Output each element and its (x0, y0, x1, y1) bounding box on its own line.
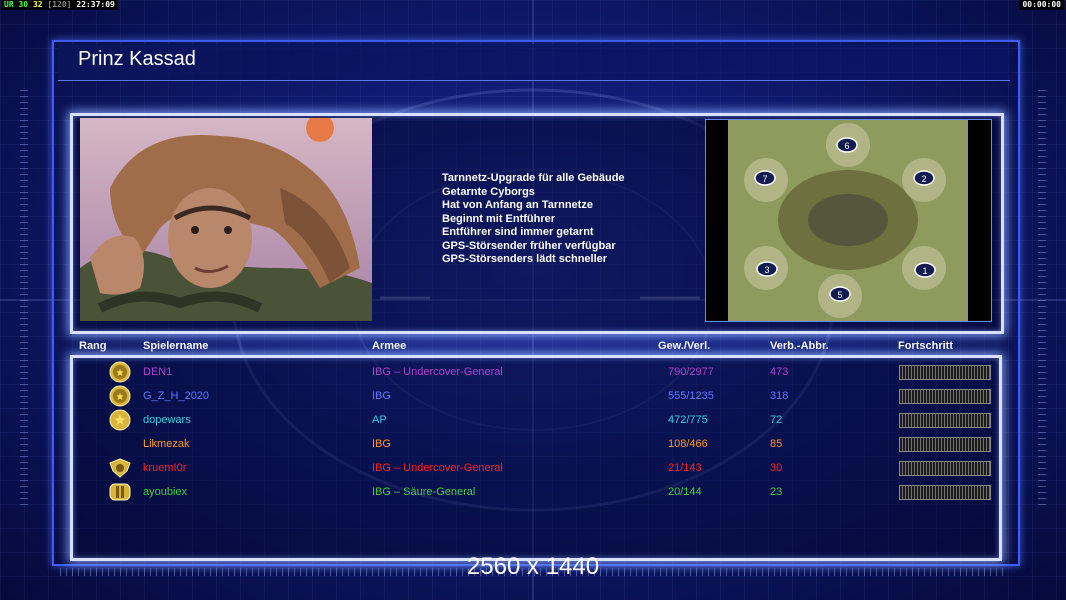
svg-text:★: ★ (113, 412, 126, 429)
player-winloss: 21/143 (668, 462, 702, 474)
double-star-medal-icon: ★ (107, 361, 133, 383)
start-marker: 6 (836, 137, 858, 153)
player-army: IBG – Undercover-General (372, 462, 503, 474)
start-marker: 2 (913, 170, 935, 186)
progress-bar (899, 485, 991, 500)
general-traits-list: Tarnnetz-Upgrade für alle Gebäude Getarn… (442, 172, 625, 267)
map-preview: 6 7 2 3 1 5 (705, 119, 992, 322)
resolution-label: 2560 x 1440 (466, 553, 600, 580)
player-disconnects: 318 (770, 390, 789, 402)
general-portrait (80, 118, 372, 321)
progress-bar (899, 437, 991, 452)
player-name: ayoubiex (143, 486, 188, 498)
trait-item: Entführer sind immer getarnt (442, 226, 594, 238)
svg-text:★: ★ (116, 392, 125, 403)
trait-item: GPS-Störsender früher verfügbar (442, 239, 616, 252)
svg-text:3: 3 (764, 265, 769, 275)
header-progress: Fortschritt (898, 340, 953, 352)
trait-item: Tarnnetz-Upgrade für alle Gebäude (442, 172, 625, 184)
portrait-image (80, 118, 372, 321)
player-army: IBG (372, 438, 391, 450)
player-winloss: 20/144 (668, 486, 702, 498)
player-army: IBG (372, 390, 391, 402)
game-timer: 00:00:00 (1019, 0, 1064, 10)
svg-text:1: 1 (922, 266, 927, 276)
player-row[interactable]: Likmezak IBG 108/466 85 (0, 433, 1066, 455)
fps-readout: UR 30 32 [120] 22:37:09 (1, 0, 118, 10)
header-disconnects: Verb.-Abbr. (770, 340, 829, 352)
clock-time: 22:37:09 (76, 0, 115, 9)
progress-bar (899, 461, 991, 476)
player-winloss: 108/466 (668, 438, 708, 450)
player-winloss: 790/2977 (668, 366, 714, 378)
player-name: Likmezak (143, 438, 190, 450)
header-winloss: Gew./Verl. (658, 340, 711, 352)
player-row[interactable]: ayoubiex IBG – Säure-General 20/144 23 (0, 481, 1066, 503)
player-army: IBG – Säure-General (372, 486, 476, 498)
svg-text:★: ★ (116, 368, 125, 379)
player-winloss: 472/775 (668, 414, 708, 426)
debug-status-bar: UR 30 32 [120] 22:37:09 00:00:00 (0, 0, 1066, 11)
start-marker: 7 (754, 170, 776, 186)
ur-label: UR (4, 0, 14, 9)
player-army: AP (372, 414, 387, 426)
double-star-medal-icon: ★ (107, 385, 133, 407)
progress-bar (899, 389, 991, 404)
svg-text:2: 2 (921, 174, 926, 184)
fps-value-2: 32 (32, 0, 43, 9)
player-row[interactable]: ★ dopewars AP 472/775 72 (0, 409, 1066, 431)
start-marker: 1 (914, 262, 936, 278)
header-rank: Rang (79, 340, 107, 352)
general-title: Prinz Kassad (78, 48, 196, 70)
header-player: Spielername (143, 340, 209, 352)
player-row[interactable]: ★ DEN1 IBG – Undercover-General 790/2977 473 (0, 361, 1066, 383)
map-image: 6 7 2 3 1 5 (728, 120, 968, 321)
player-name: G_Z_H_2020 (143, 390, 210, 402)
player-row[interactable]: ★ G_Z_H_2020 IBG 555/1235 318 (0, 385, 1066, 407)
start-marker: 3 (756, 261, 778, 277)
star-medal-icon: ★ (107, 409, 133, 431)
player-disconnects: 30 (770, 462, 783, 474)
svg-text:5: 5 (837, 290, 842, 300)
trait-item: Getarnte Cyborgs (442, 185, 535, 198)
eagle-medal-icon (107, 457, 133, 479)
fps-limit: [120] (47, 0, 72, 9)
header-bar (58, 44, 1010, 81)
progress-bar (899, 413, 991, 428)
player-disconnects: 85 (770, 438, 783, 450)
trait-item: GPS-Störsenders lädt schneller (442, 253, 608, 265)
player-name: DEN1 (143, 366, 173, 378)
player-row[interactable]: kruemI0r IBG – Undercover-General 21/143 30 (0, 457, 1066, 479)
start-marker: 5 (829, 286, 851, 302)
trait-item: Beginnt mit Entführer (442, 212, 556, 225)
bars-medal-icon (107, 481, 133, 503)
trait-item: Hat von Anfang an Tarnnetze (442, 199, 593, 211)
player-winloss: 555/1235 (668, 390, 714, 402)
player-name: dopewars (143, 414, 191, 426)
svg-text:7: 7 (762, 174, 767, 184)
fps-value: 30 (18, 0, 29, 9)
header-army: Armee (372, 340, 407, 352)
player-name: kruemI0r (143, 462, 187, 474)
player-army: IBG – Undercover-General (372, 366, 503, 378)
progress-bar (899, 365, 991, 380)
player-disconnects: 473 (770, 366, 789, 378)
svg-text:6: 6 (844, 141, 849, 151)
rank-empty (107, 433, 133, 455)
player-disconnects: 23 (770, 486, 783, 498)
player-disconnects: 72 (770, 414, 783, 426)
